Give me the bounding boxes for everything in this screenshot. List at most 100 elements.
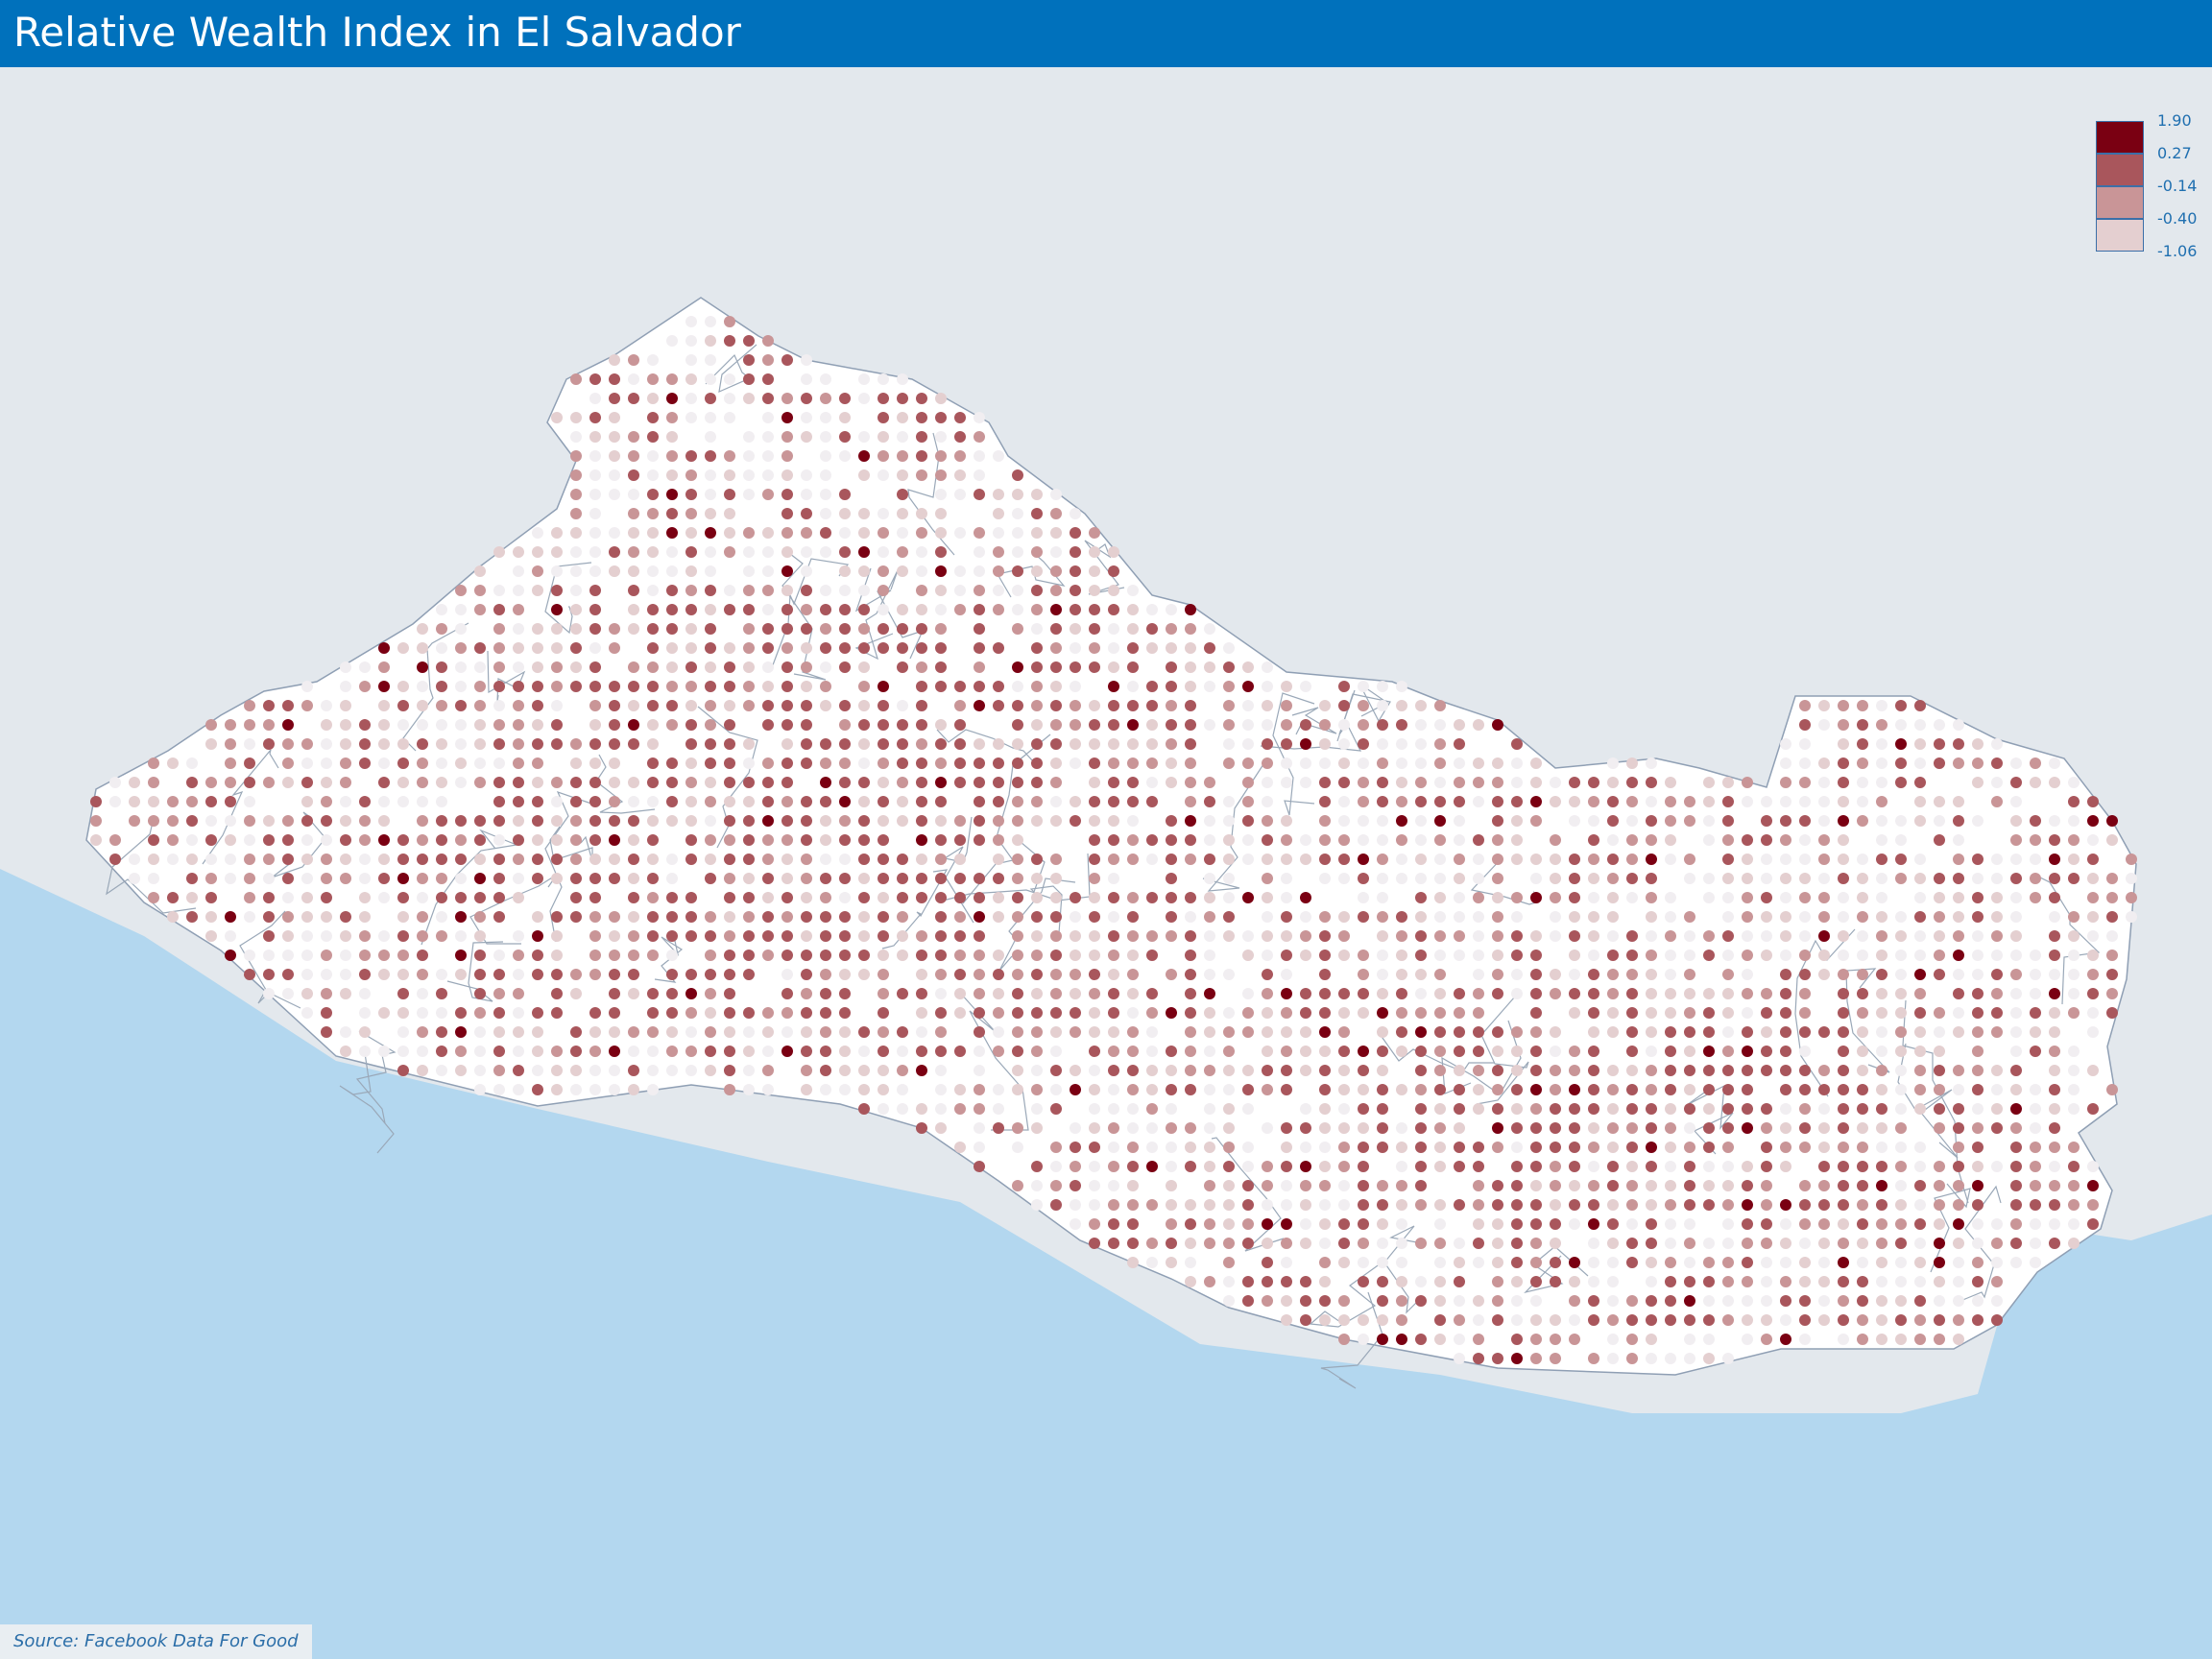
rwi-dot (455, 661, 467, 673)
rwi-dot (1895, 1122, 1907, 1134)
rwi-dot (513, 757, 524, 769)
rwi-dot (1070, 911, 1081, 923)
rwi-dot (974, 1122, 985, 1134)
rwi-dot (1070, 681, 1081, 692)
rwi-dot (974, 738, 985, 750)
rwi-dot (1953, 1218, 1964, 1230)
rwi-dot (1895, 1007, 1907, 1019)
rwi-dot (1454, 1295, 1465, 1307)
rwi-dot (1415, 719, 1427, 731)
rwi-dot (1473, 1103, 1484, 1115)
rwi-dot (1031, 911, 1043, 923)
rwi-dot (1550, 1065, 1561, 1076)
rwi-dot (1358, 950, 1369, 961)
rwi-dot (781, 1007, 793, 1019)
rwi-dot (1358, 1199, 1369, 1211)
map-canvas[interactable] (0, 67, 2212, 1659)
rwi-dot (167, 834, 179, 846)
rwi-dot (1012, 585, 1023, 596)
rwi-dot (1473, 1084, 1484, 1095)
rwi-dot (820, 546, 831, 558)
rwi-dot (1780, 1334, 1791, 1345)
rwi-dot (954, 431, 966, 443)
rwi-dot (1300, 777, 1311, 788)
rwi-dot (1281, 1122, 1292, 1134)
rwi-dot (225, 719, 236, 731)
rwi-dot (2030, 873, 2041, 884)
rwi-dot (743, 642, 755, 654)
rwi-dot (743, 546, 755, 558)
rwi-dot (628, 1046, 639, 1057)
rwi-dot (820, 911, 831, 923)
rwi-dot (493, 681, 505, 692)
map-area[interactable] (0, 67, 2212, 1659)
rwi-dot (532, 738, 543, 750)
rwi-dot (2030, 815, 2041, 827)
rwi-dot (1242, 719, 1254, 731)
rwi-dot (1454, 1103, 1465, 1115)
rwi-dot (1166, 757, 1177, 769)
rwi-dot (1089, 1046, 1100, 1057)
rwi-dot (1108, 681, 1119, 692)
rwi-dot (628, 892, 639, 903)
rwi-dot (1684, 1353, 1695, 1364)
rwi-dot (974, 546, 985, 558)
rwi-dot (1050, 1142, 1062, 1153)
rwi-dot (1300, 1180, 1311, 1191)
rwi-dot (455, 1007, 467, 1019)
rwi-dot (1722, 815, 1734, 827)
rwi-dot (1108, 950, 1119, 961)
rwi-dot (2068, 1142, 2080, 1153)
rwi-dot (1338, 681, 1350, 692)
rwi-dot (1050, 1103, 1062, 1115)
rwi-dot (589, 1007, 601, 1019)
rwi-dot (1454, 1276, 1465, 1287)
rwi-dot (762, 796, 774, 807)
rwi-dot (1665, 1314, 1676, 1326)
rwi-dot (705, 354, 716, 366)
rwi-dot (1895, 873, 1907, 884)
rwi-dot (2010, 815, 2022, 827)
rwi-dot (1914, 911, 1926, 923)
rwi-dot (1780, 1103, 1791, 1115)
rwi-dot (340, 1046, 351, 1057)
rwi-dot (2049, 1065, 2060, 1076)
rwi-dot (1454, 1065, 1465, 1076)
rwi-dot (1780, 777, 1791, 788)
rwi-dot (1799, 1122, 1811, 1134)
rwi-dot (1031, 892, 1043, 903)
rwi-dot (1223, 681, 1235, 692)
rwi-dot (1127, 1084, 1139, 1095)
rwi-dot (1799, 1295, 1811, 1307)
rwi-dot (724, 757, 735, 769)
rwi-dot (1166, 969, 1177, 980)
rwi-dot (935, 661, 947, 673)
rwi-dot (820, 585, 831, 596)
rwi-dot (858, 527, 870, 539)
rwi-dot (1780, 757, 1791, 769)
rwi-dot (1799, 719, 1811, 731)
rwi-dot (1626, 1295, 1638, 1307)
legend-label: -0.40 (2157, 209, 2198, 228)
rwi-dot (781, 950, 793, 961)
rwi-dot (301, 911, 313, 923)
rwi-dot (1012, 777, 1023, 788)
rwi-dot (1434, 1142, 1446, 1153)
rwi-dot (532, 969, 543, 980)
rwi-dot (1934, 1026, 1945, 1038)
rwi-dot (1319, 1257, 1331, 1268)
rwi-dot (1799, 796, 1811, 807)
rwi-dot (1799, 1218, 1811, 1230)
rwi-dot (705, 988, 716, 999)
rwi-dot (1166, 1199, 1177, 1211)
rwi-dot (493, 546, 505, 558)
rwi-dot (954, 969, 966, 980)
rwi-dot (1089, 796, 1100, 807)
rwi-dot (839, 604, 851, 615)
rwi-dot (1895, 1084, 1907, 1095)
rwi-dot (1358, 1334, 1369, 1345)
rwi-dot (705, 738, 716, 750)
rwi-dot (1050, 585, 1062, 596)
rwi-dot (628, 546, 639, 558)
rwi-dot (1070, 1065, 1081, 1076)
